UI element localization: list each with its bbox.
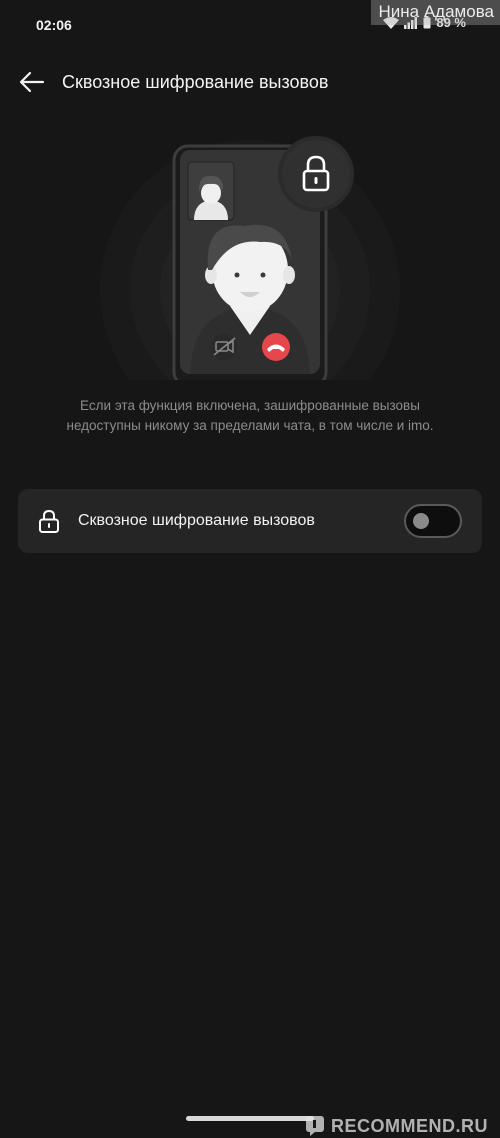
home-indicator[interactable] [186,1116,314,1121]
description-line-1: Если эта функция включена, зашифрованные… [80,398,420,413]
setting-label: Сквозное шифрование вызовов [78,512,315,529]
encryption-illustration [80,120,420,440]
lock-icon [39,509,59,533]
encryption-toggle[interactable] [404,504,462,538]
toggle-knob [413,513,429,529]
app-header: Сквозное шифрование вызовов [0,62,500,102]
watermark-recommend: RECOMMEND.RU [305,1115,488,1137]
recommend-logo-icon [306,1116,324,1136]
description-line-2: недоступны никому за пределами чата, в т… [66,418,434,433]
watermark-username: Нина Адамова [370,0,500,25]
status-time: 02:06 [36,17,72,33]
watermark-text: RECOMMEND.RU [331,1115,488,1136]
back-button[interactable] [16,66,48,98]
arrow-left-icon [19,71,45,93]
page-title: Сквозное шифрование вызовов [62,72,329,92]
e2e-call-encryption-setting[interactable]: Сквозное шифрование вызовов [18,489,482,553]
feature-description: Если эта функция включена, зашифрованные… [40,396,460,436]
